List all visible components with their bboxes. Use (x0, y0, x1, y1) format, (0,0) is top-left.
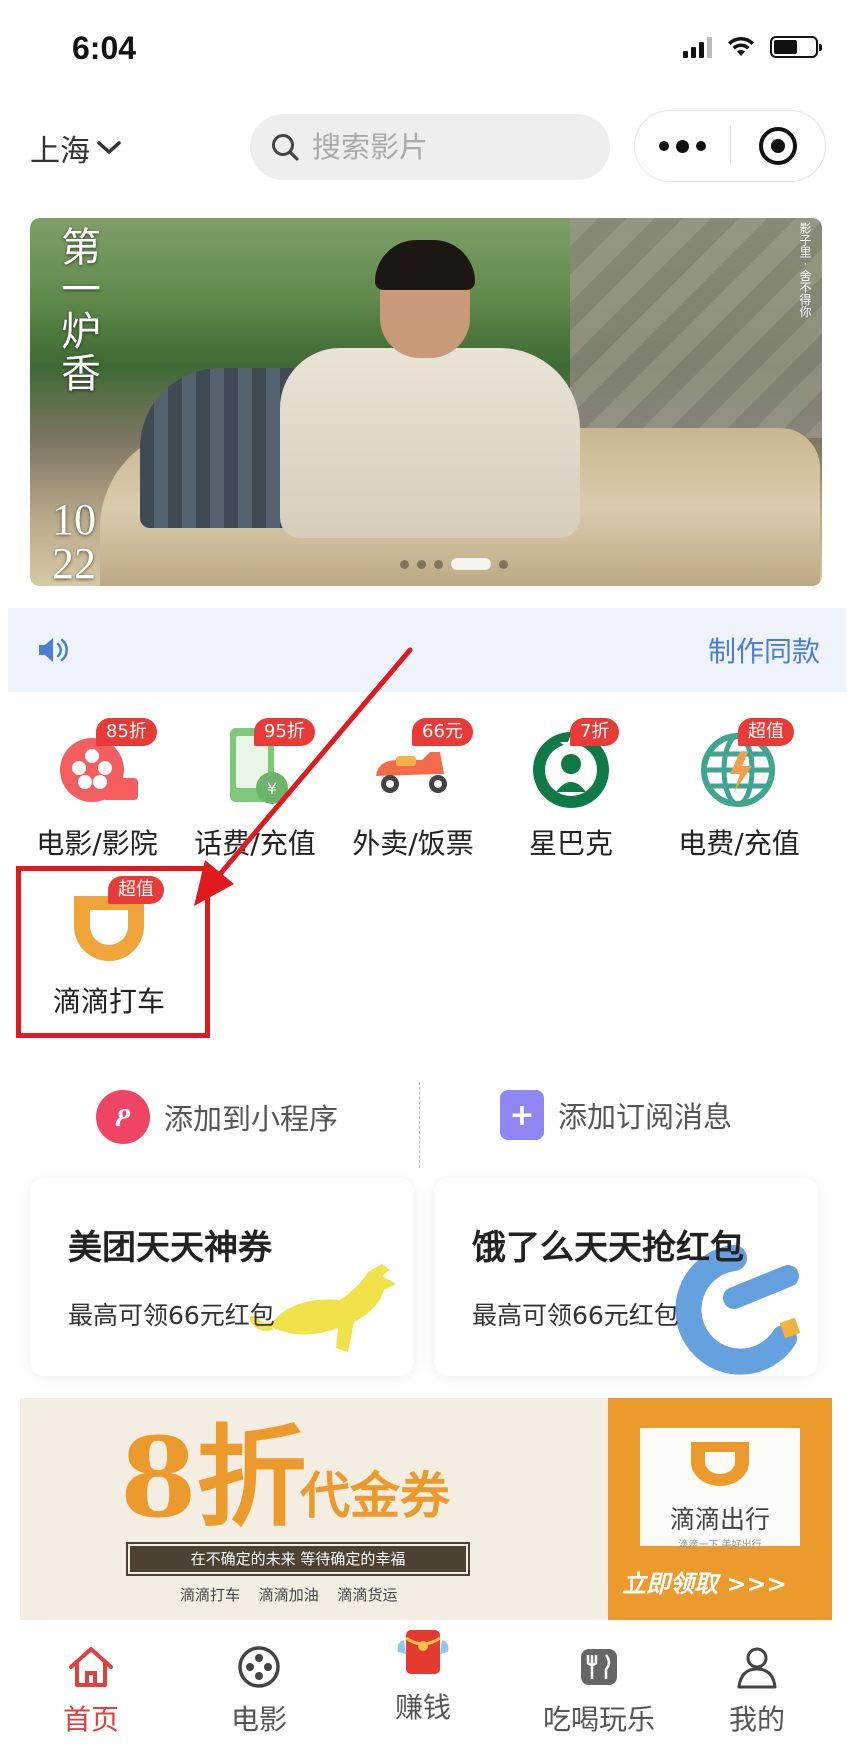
carousel-dot[interactable] (434, 559, 443, 569)
service-phone-recharge[interactable]: ¥ 95折 话费/充值 (176, 718, 334, 862)
service-label: 星巴克 (528, 827, 613, 860)
carousel-dot[interactable] (499, 559, 508, 569)
add-to-miniprogram-label: 添加到小程序 (164, 1102, 339, 1136)
service-electricity[interactable]: 超值 电费/充值 (660, 718, 818, 862)
voucher-text: 代金券 (300, 1466, 450, 1525)
make-same-link[interactable]: 制作同款 (708, 630, 820, 670)
svg-text:¥: ¥ (267, 779, 277, 798)
discount-badge: 95折 (254, 718, 315, 746)
add-message-icon: + (500, 1090, 544, 1140)
service-takeout[interactable]: 66元 外卖/饭票 (334, 718, 492, 862)
add-subscription-button[interactable]: + 添加订阅消息 (500, 1090, 732, 1140)
speaker-icon[interactable] (36, 634, 72, 666)
status-bar: 6:04 (0, 0, 854, 100)
search-bar[interactable] (250, 114, 610, 180)
bottom-tab-bar: 首页 电影 赚钱 吃喝玩乐 我的 (0, 1626, 854, 1758)
status-icons (683, 36, 822, 58)
add-row-divider (419, 1082, 420, 1168)
tab-home[interactable]: 首页 (16, 1626, 166, 1758)
claim-now-button[interactable]: 立即领取 >>> (622, 1564, 787, 1599)
carousel-indicator (400, 558, 508, 570)
close-miniprogram-button[interactable] (731, 111, 825, 181)
discount-badge: 85折 (96, 718, 157, 746)
profile-icon (737, 1647, 777, 1689)
value-badge: 超值 (738, 718, 794, 746)
banner-person (280, 348, 580, 538)
chevron-down-icon (97, 141, 121, 154)
didi-voucher-banner[interactable]: 8折 代金券 在不确定的未来 等待确定的幸福 滴滴打车 滴滴加油 滴滴货运 滴滴… (20, 1398, 832, 1620)
service-label: 电影/影院 (36, 827, 158, 860)
didi-logo-icon (691, 1442, 749, 1486)
notice-bar: 制作同款 (8, 608, 846, 692)
add-to-miniprogram-button[interactable]: ዖ 添加到小程序 (96, 1090, 338, 1144)
poster-date: 10 22 (52, 495, 96, 586)
tab-dining[interactable]: 吃喝玩乐 (524, 1626, 674, 1758)
discount-text: 8折 (120, 1413, 307, 1542)
add-actions-row: ዖ 添加到小程序 + 添加订阅消息 (0, 1080, 854, 1170)
banner-person-hair (375, 240, 475, 290)
discount-badge: 66元 (412, 718, 473, 746)
tab-label: 电影 (230, 1703, 287, 1736)
film-icon (238, 1646, 280, 1688)
poster-side-text: 影子里 · 舍不得你 (798, 222, 812, 318)
slogan-text: 在不确定的未来 等待确定的幸福 (126, 1542, 470, 1576)
card-subtitle: 最高可领66元红包 (472, 1301, 679, 1330)
card-title: 美团天天神券 (68, 1228, 272, 1268)
service-label: 外卖/饭票 (352, 827, 474, 860)
carousel-dot[interactable] (400, 559, 409, 569)
tab-label: 吃喝玩乐 (542, 1703, 655, 1736)
service-movie[interactable]: 85折 电影/影院 (18, 718, 176, 862)
service-label: 电费/充值 (678, 827, 800, 860)
tab-movie[interactable]: 电影 (184, 1626, 334, 1758)
movie-banner[interactable]: 第一炉香 10 22 影子里 · 舍不得你 (30, 218, 822, 586)
didi-brand-name: 滴滴出行 (669, 1505, 770, 1534)
tab-label: 我的 (728, 1703, 785, 1736)
tab-earn[interactable]: 赚钱 (348, 1626, 498, 1758)
card-subtitle: 最高可领66元红包 (68, 1301, 275, 1330)
city-name: 上海 (30, 134, 90, 169)
dining-icon (581, 1649, 617, 1685)
miniprogram-capsule (634, 110, 826, 182)
didi-brand-panel: 滴滴出行 滴滴一下 美好出行 立即领取 >>> (608, 1398, 832, 1620)
card-title: 饿了么天天抢红包 (472, 1228, 744, 1268)
red-envelope-icon (397, 1630, 449, 1674)
add-subscription-label: 添加订阅消息 (558, 1100, 733, 1134)
tab-label: 首页 (62, 1703, 119, 1736)
status-time: 6:04 (72, 30, 137, 66)
carousel-dot-active[interactable] (451, 558, 491, 570)
didi-logo-card: 滴滴出行 滴滴一下 美好出行 (640, 1428, 800, 1551)
search-input[interactable] (312, 130, 582, 164)
banner-background (570, 218, 822, 438)
didi-brand-tagline: 滴滴一下 美好出行 (678, 1540, 762, 1551)
home-icon (69, 1647, 113, 1687)
discount-badge: 7折 (570, 718, 620, 746)
search-icon (272, 134, 299, 161)
service-starbucks[interactable]: 7折 星巴克 (492, 718, 650, 862)
service-label: 话费/充值 (194, 827, 316, 860)
carousel-dot[interactable] (417, 559, 426, 569)
highlight-annotation-box (16, 866, 210, 1038)
header: 上海 (0, 110, 854, 186)
eleme-redpacket-card[interactable]: 饿了么天天抢红包 最高可领66元红包 (434, 1178, 818, 1376)
didi-services-text: 滴滴打车 滴滴加油 滴滴货运 (180, 1586, 398, 1604)
tab-profile[interactable]: 我的 (682, 1626, 832, 1758)
tab-label: 赚钱 (394, 1691, 451, 1724)
more-options-button[interactable] (635, 111, 730, 181)
poster-title: 第一炉香 (54, 226, 100, 394)
wifi-icon (728, 36, 754, 56)
city-selector[interactable]: 上海 (30, 126, 122, 170)
target-icon (759, 127, 798, 165)
cellular-signal-icon (683, 36, 712, 58)
meituan-coupon-card[interactable]: 美团天天神券 最高可领66元红包 (30, 1178, 414, 1376)
link-icon: ዖ (96, 1090, 150, 1144)
battery-icon (770, 36, 822, 58)
